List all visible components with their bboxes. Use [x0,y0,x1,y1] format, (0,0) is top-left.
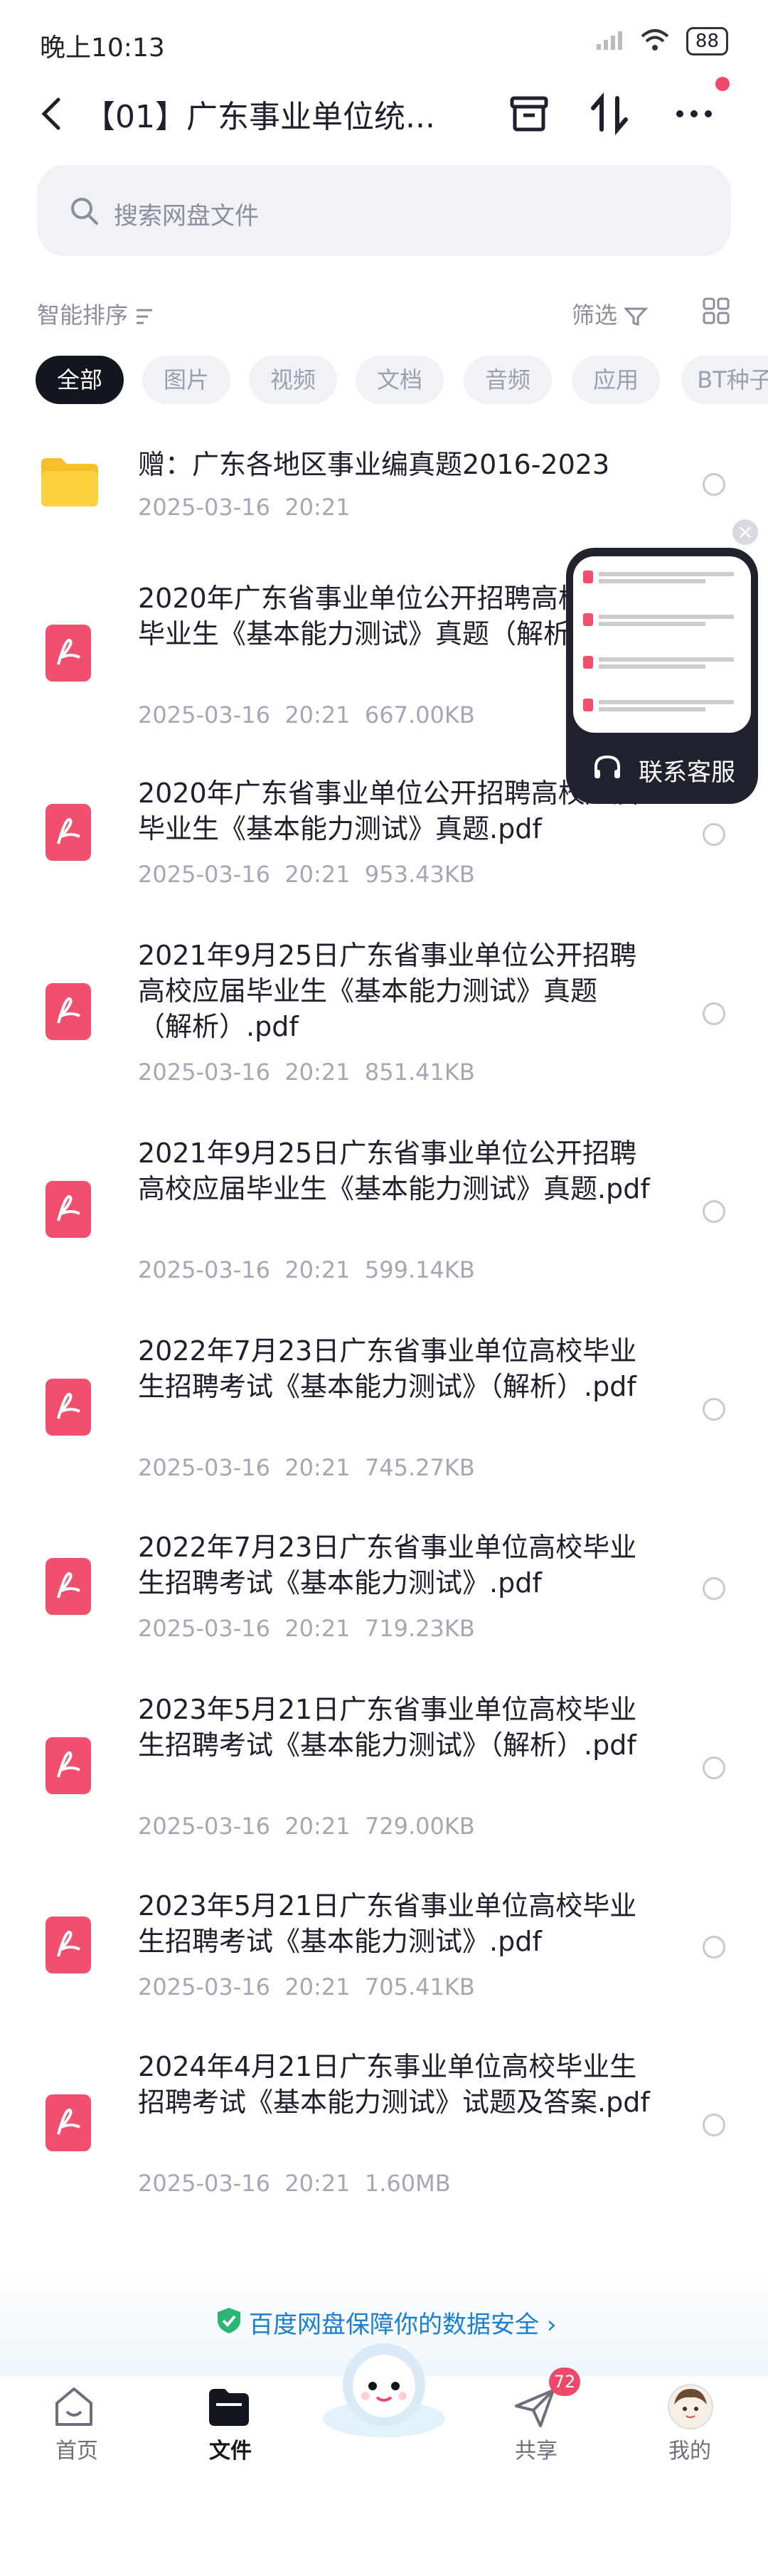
pdf-icon [46,1737,91,1794]
chip-bt[interactable]: BT种子 [681,356,768,404]
select-radio[interactable] [703,1002,725,1025]
file-name[interactable]: 2023年5月21日广东省事业单位高校毕业生招聘考试《基本能力测试》.pdf [138,1888,650,1959]
shield-icon [215,2306,243,2338]
select-radio[interactable] [703,1577,725,1600]
file-name[interactable]: 2022年7月23日广东省事业单位高校毕业生招聘考试《基本能力测试》.pdf [138,1530,650,1601]
file-name[interactable]: 2022年7月23日广东省事业单位高校毕业生招聘考试《基本能力测试》（解析）.p… [138,1333,650,1404]
share-badge: 72 [549,2368,580,2396]
file-meta: 2025-03-16 20:21 953.43KB [138,861,475,888]
status-icons: 88 [595,27,728,55]
file-meta: 2025-03-16 20:21 719.23KB [138,1615,475,1642]
select-radio[interactable] [703,823,725,846]
battery-indicator: 88 [686,27,728,55]
file-meta: 2025-03-16 20:21 745.27KB [138,1454,475,1481]
grid-view-icon[interactable] [703,297,731,329]
file-name[interactable]: 赠：广东各地区事业编真题2016-2023 [138,447,650,482]
file-name[interactable]: 2021年9月25日广东省事业单位公开招聘高校应届毕业生《基本能力测试》真题（解… [138,938,650,1044]
home-icon[interactable] [51,2385,97,2433]
back-icon[interactable] [33,92,68,135]
sort-lines-icon [137,309,153,324]
file-meta: 2025-03-16 20:21 667.00KB [138,701,475,728]
file-meta: 2025-03-16 20:21 599.14KB [138,1256,475,1283]
file-name[interactable]: 2023年5月21日广东省事业单位高校毕业生招聘考试《基本能力测试》（解析）.p… [138,1692,650,1763]
chip-videos[interactable]: 视频 [249,356,337,404]
customer-service-label: 联系客服 [639,758,735,787]
pdf-icon [46,1917,91,1973]
pdf-icon [46,1558,91,1615]
avatar[interactable] [667,2383,714,2433]
pdf-icon [46,625,91,682]
smart-sort-button[interactable]: 智能排序 [37,297,159,330]
file-name[interactable]: 2024年4月21日广东事业单位高校毕业生招聘考试《基本能力测试》试题及答案.p… [138,2049,650,2120]
chip-images[interactable]: 图片 [142,356,230,404]
wifi-icon [639,28,671,55]
nav-me[interactable]: 我的 [633,2433,747,2464]
file-meta: 2025-03-16 20:21 729.00KB [138,1813,475,1840]
chevron-right-icon: › [546,2311,557,2339]
pdf-icon [46,1181,91,1238]
file-meta: 2025-03-16 20:21 [138,494,351,521]
page-title: 【01】广东事业单位统... [84,99,435,135]
select-radio[interactable] [703,1936,725,1958]
folder-nav-icon[interactable] [206,2385,252,2433]
pdf-icon [46,1379,91,1436]
pdf-icon [46,804,91,861]
nav-share[interactable]: 共享 [479,2433,593,2464]
filter-icon [623,307,649,327]
select-radio[interactable] [703,2114,725,2136]
file-meta: 2025-03-16 20:21 851.41KB [138,1059,475,1086]
smart-sort-label: 智能排序 [37,302,129,329]
chip-docs[interactable]: 文档 [356,356,444,404]
file-meta: 2025-03-16 20:21 1.60MB [138,2170,451,2197]
select-radio[interactable] [703,473,725,496]
pdf-icon [46,983,91,1040]
nav-files[interactable]: 文件 [174,2433,287,2464]
mascot-icon[interactable] [313,2333,455,2443]
pdf-icon [46,2094,91,2151]
close-icon[interactable]: × [732,519,758,545]
signal-icon [595,28,624,54]
search-icon [68,195,100,229]
folder-icon [40,457,100,511]
select-radio[interactable] [703,1756,725,1779]
filter-button[interactable]: 筛选 [572,297,650,330]
notification-dot [715,77,730,91]
chip-all[interactable]: 全部 [36,356,124,404]
select-radio[interactable] [703,1200,725,1223]
more-icon[interactable] [671,91,717,137]
chip-apps[interactable]: 应用 [572,356,660,404]
select-radio[interactable] [703,1398,725,1421]
preview-thumbnail [573,556,751,733]
status-time: 晚上10:13 [40,33,165,63]
chip-audio[interactable]: 音频 [464,356,552,404]
share-icon[interactable] [512,2385,558,2433]
sort-order-icon[interactable] [587,91,633,137]
archive-icon[interactable] [506,91,552,137]
filter-label: 筛选 [572,302,618,329]
search-input[interactable]: 搜索网盘文件 [114,196,259,231]
headset-icon [592,753,623,787]
file-meta: 2025-03-16 20:21 705.41KB [138,1973,475,2000]
file-name[interactable]: 2021年9月25日广东省事业单位公开招聘高校应届毕业生《基本能力测试》真题.p… [138,1135,650,1207]
nav-home[interactable]: 首页 [20,2433,134,2464]
